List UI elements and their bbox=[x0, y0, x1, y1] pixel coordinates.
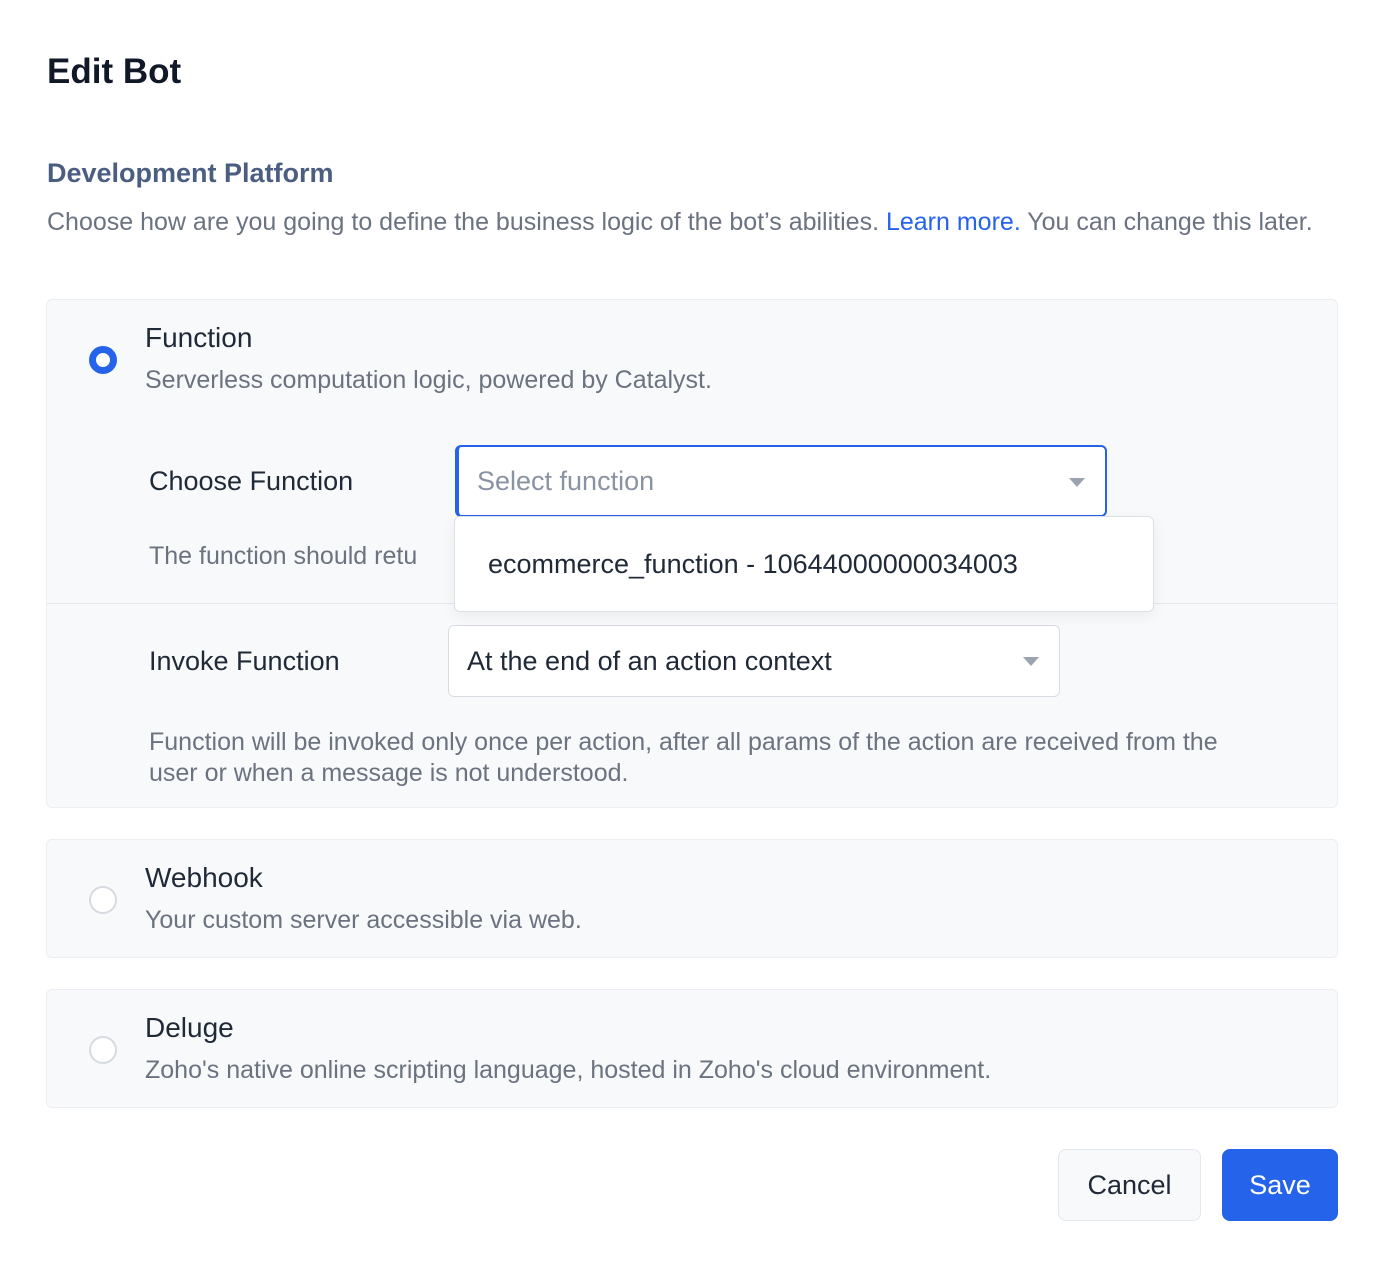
section-description-tail: You can change this later. bbox=[1020, 208, 1313, 236]
section-title: Development Platform bbox=[47, 158, 334, 188]
option-desc-function: Serverless computation logic, powered by… bbox=[145, 366, 712, 394]
edit-bot-dialog: Edit Bot Development Platform Choose how… bbox=[0, 0, 1382, 1268]
option-desc-webhook: Your custom server accessible via web. bbox=[145, 906, 582, 934]
option-title-deluge: Deluge bbox=[145, 1012, 234, 1043]
dialog-title: Edit Bot bbox=[47, 52, 182, 91]
dropdown-item-ecommerce-function[interactable]: ecommerce_function - 10644000000034003 bbox=[488, 549, 1018, 580]
invoke-function-help: Function will be invoked only once per a… bbox=[149, 728, 1218, 787]
section-description-text: Choose how are you going to define the b… bbox=[47, 208, 886, 236]
choose-function-placeholder: Select function bbox=[477, 465, 655, 496]
function-dropdown-menu: ecommerce_function - 10644000000034003 bbox=[454, 516, 1154, 612]
radio-deluge[interactable] bbox=[89, 1036, 117, 1064]
option-card-webhook[interactable]: Webhook Your custom server accessible vi… bbox=[46, 839, 1338, 958]
choose-function-help: The function should retu bbox=[149, 542, 418, 570]
option-title-function: Function bbox=[145, 322, 253, 353]
save-button[interactable]: Save bbox=[1222, 1149, 1338, 1221]
cancel-button[interactable]: Cancel bbox=[1058, 1149, 1201, 1221]
section-description: Choose how are you going to define the b… bbox=[47, 207, 1347, 238]
choose-function-label: Choose Function bbox=[149, 466, 354, 496]
invoke-function-value: At the end of an action context bbox=[467, 645, 832, 676]
chevron-down-icon bbox=[1069, 478, 1085, 487]
invoke-function-label: Invoke Function bbox=[149, 646, 340, 676]
radio-webhook[interactable] bbox=[89, 886, 117, 914]
learn-more-link[interactable]: Learn more. bbox=[886, 208, 1021, 236]
option-desc-deluge: Zoho's native online scripting language,… bbox=[145, 1056, 992, 1084]
option-card-deluge[interactable]: Deluge Zoho's native online scripting la… bbox=[46, 989, 1338, 1108]
invoke-function-select[interactable]: At the end of an action context bbox=[448, 625, 1060, 697]
chevron-down-icon bbox=[1023, 657, 1039, 666]
radio-function[interactable] bbox=[89, 346, 117, 374]
option-title-webhook: Webhook bbox=[145, 862, 263, 893]
choose-function-select[interactable]: Select function bbox=[455, 445, 1107, 517]
